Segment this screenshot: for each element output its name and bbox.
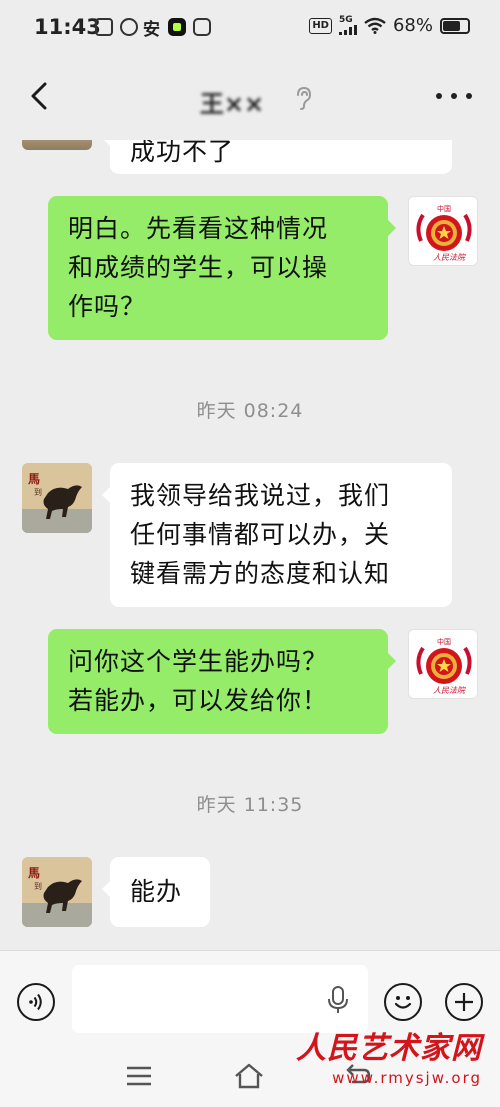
home-nav-icon[interactable] bbox=[232, 1061, 266, 1091]
battery-percent: 68% bbox=[392, 15, 433, 36]
message-bubble-outgoing[interactable]: 问你这个学生能办吗？ 若能办，可以发给你！ bbox=[48, 629, 396, 734]
contact-avatar[interactable]: 馬 到 bbox=[22, 463, 92, 533]
message-text: 能办 bbox=[130, 877, 183, 906]
message-line: 明白。先看看这种情况 bbox=[68, 214, 329, 243]
green-app-icon bbox=[168, 18, 186, 36]
watermark-url: www.rmysjw.org bbox=[332, 1069, 482, 1087]
ear-icon bbox=[297, 86, 312, 110]
more-functions-button[interactable] bbox=[445, 983, 483, 1021]
my-avatar[interactable]: 中国 人民法院 bbox=[408, 629, 478, 699]
message-input[interactable] bbox=[72, 965, 368, 1033]
status-indicators: HD 5G 68% bbox=[309, 15, 470, 36]
contact-avatar[interactable]: 馬 到 bbox=[22, 857, 92, 927]
national-emblem-icon: 中国 人民法院 bbox=[409, 197, 477, 265]
horse-painting-icon: 馬 到 bbox=[22, 463, 92, 533]
vivo-icon bbox=[95, 18, 113, 36]
contact-avatar[interactable] bbox=[22, 140, 92, 150]
svg-text:到: 到 bbox=[34, 882, 42, 891]
voice-wave-icon bbox=[29, 993, 42, 1011]
watermark-name: 人民艺术家网 bbox=[296, 1031, 482, 1066]
battery-icon bbox=[440, 17, 470, 34]
message-line: 问你这个学生能办吗？ bbox=[68, 647, 329, 676]
svg-text:到: 到 bbox=[34, 488, 42, 497]
status-time: 11:43 bbox=[34, 15, 101, 39]
emblem-caption: 中国 bbox=[437, 204, 451, 213]
hd-badge: HD bbox=[309, 17, 332, 34]
message-bubble-incoming[interactable]: 我领导给我说过，我们 任何事情都可以办，关 键看需方的态度和认知 bbox=[102, 463, 452, 607]
svg-text:中国: 中国 bbox=[437, 637, 451, 646]
more-options-icon[interactable] bbox=[436, 90, 472, 102]
national-emblem-icon: 中国 人民法院 bbox=[409, 630, 477, 698]
message-bubble-incoming[interactable]: 成功不了 bbox=[102, 140, 452, 174]
horse-painting-icon: 馬 到 bbox=[22, 857, 92, 927]
message-text: 成功不了 bbox=[130, 140, 235, 166]
back-arrow-icon[interactable] bbox=[22, 76, 62, 116]
message-line: 作吗？ bbox=[68, 292, 147, 321]
chat-title: 王×× bbox=[199, 90, 265, 118]
horse-caption: 馬 bbox=[28, 472, 40, 486]
message-list[interactable]: 成功不了 明白。先看看这种情况 和成绩的学生，可以操 作吗？ 中国 人民法院 昨… bbox=[0, 140, 500, 950]
status-bar: 11:43 安 HD 5G 68% bbox=[0, 0, 500, 56]
voice-mode-button[interactable] bbox=[17, 983, 55, 1021]
an-app-icon: 安 bbox=[143, 20, 160, 40]
wifi-icon bbox=[364, 17, 386, 34]
menu-nav-icon[interactable] bbox=[124, 1061, 154, 1091]
message-line: 和成绩的学生，可以操 bbox=[68, 253, 329, 282]
emblem-signature: 人民法院 bbox=[433, 253, 467, 262]
message-timestamp: 昨天 11:35 bbox=[196, 794, 304, 816]
signal-icon: 5G bbox=[338, 16, 357, 35]
emoji-button[interactable] bbox=[384, 983, 422, 1021]
message-line: 若能办，可以发给你！ bbox=[68, 686, 329, 715]
message-bubble-incoming[interactable]: 能办 bbox=[102, 857, 210, 927]
message-line: 我领导给我说过，我们 bbox=[130, 481, 391, 510]
site-watermark: 人民艺术家网 www.rmysjw.org bbox=[296, 1031, 482, 1087]
my-avatar[interactable]: 中国 人民法院 bbox=[408, 196, 478, 266]
microphone-icon[interactable] bbox=[326, 985, 350, 1015]
game-icon bbox=[193, 18, 211, 36]
message-line: 键看需方的态度和认知 bbox=[130, 559, 391, 588]
app-icon bbox=[120, 18, 138, 36]
message-line: 任何事情都可以办，关 bbox=[130, 520, 391, 549]
chat-header: 王×× bbox=[0, 56, 500, 140]
plus-icon bbox=[455, 993, 473, 1011]
message-bubble-outgoing[interactable]: 明白。先看看这种情况 和成绩的学生，可以操 作吗？ bbox=[48, 196, 396, 340]
input-bar: 人民艺术家网 www.rmysjw.org bbox=[0, 950, 500, 1107]
smiley-icon bbox=[394, 996, 412, 1009]
svg-text:馬: 馬 bbox=[28, 866, 40, 880]
svg-text:人民法院: 人民法院 bbox=[433, 686, 467, 695]
message-timestamp: 昨天 08:24 bbox=[196, 400, 304, 422]
